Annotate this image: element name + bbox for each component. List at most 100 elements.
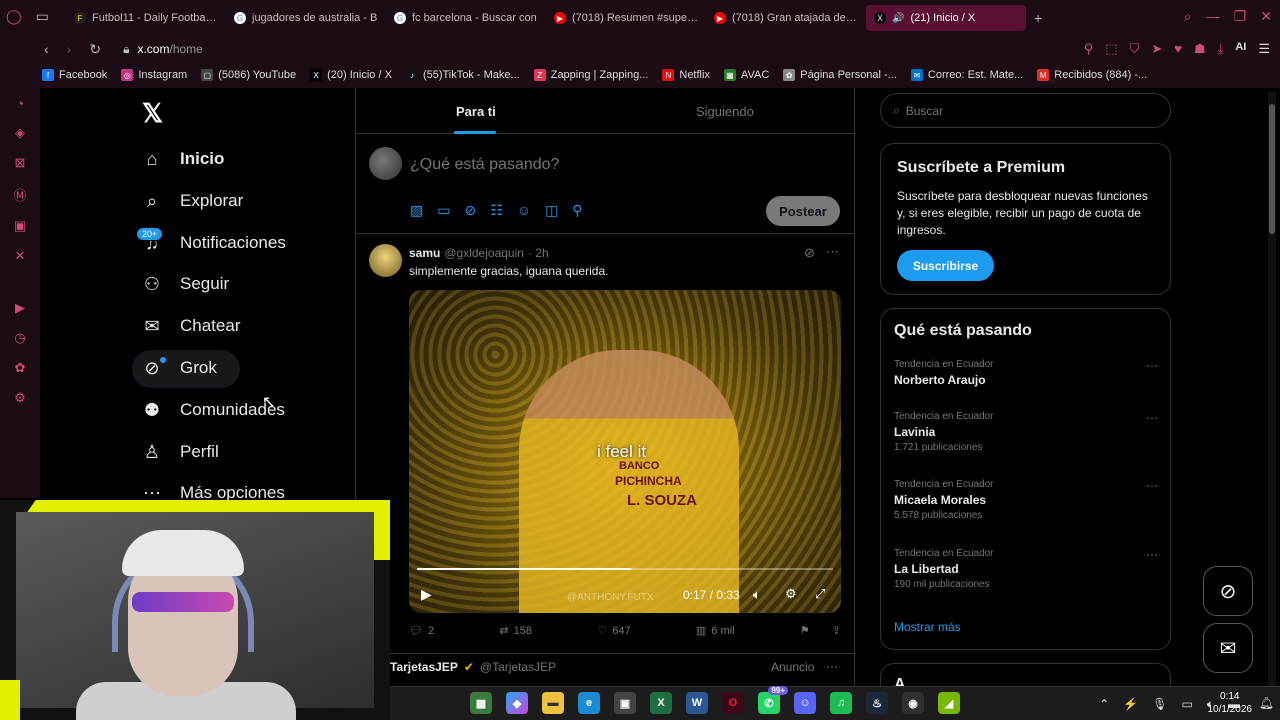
clock[interactable]: 0:14 10/1/2026 [1208, 690, 1253, 716]
browser-tab[interactable]: G fc barcelona - Buscar con [386, 5, 546, 31]
file-explorer-icon[interactable]: ▬ [542, 692, 564, 714]
bookmark-item[interactable]: ▢ (5086) YouTube [201, 69, 296, 81]
browser-tab[interactable]: ▶ (7018) Resumen #superSu [546, 5, 706, 31]
tweet-author-handle[interactable]: @TarjetasJEP [480, 660, 556, 674]
reply-button[interactable]: 💬︎ 2 [409, 624, 434, 638]
post-button[interactable]: Postear [766, 196, 840, 226]
network-icon[interactable]: ⚡ [1123, 697, 1138, 712]
discord-icon[interactable]: ☺ [794, 692, 816, 714]
maximize-icon[interactable]: ❐ [1234, 8, 1247, 25]
settings-icon[interactable]: ⚙ [785, 586, 797, 602]
aria-icon[interactable]: ◔ [16, 96, 24, 111]
more-icon[interactable]: ⋯ [1146, 548, 1158, 562]
menu-icon[interactable]: ☰ [1258, 41, 1270, 57]
send-icon[interactable]: ➤ [1151, 41, 1162, 57]
opera-logo-icon[interactable]: ◯ [6, 8, 22, 25]
excel-icon[interactable]: X [650, 692, 672, 714]
nvidia-icon[interactable]: ◢ [938, 692, 960, 714]
pin-icon[interactable]: ⚲ [1084, 41, 1094, 57]
settings-icon[interactable]: ⚙ [14, 390, 26, 406]
heart-icon[interactable]: ♥ [1174, 41, 1182, 57]
wallet-icon[interactable]: ☗ [1194, 41, 1206, 57]
tweet-author-handle[interactable]: @gxldejoaquin [444, 246, 524, 260]
browser-tab[interactable]: G jugadores de australia - B [226, 5, 386, 31]
share-icon[interactable]: ⇪ [832, 624, 841, 637]
tab-siguiendo[interactable]: Siguiendo [696, 104, 754, 119]
volume-icon[interactable]: 🔈︎ [753, 587, 761, 603]
scrollbar-thumb[interactable] [1269, 104, 1275, 234]
tweet[interactable]: samu @gxldejoaquin · 2h ⊘ ⋯ simplemente … [356, 234, 854, 654]
browser-tab[interactable]: ▶ (7018) Gran atajada del pe [706, 5, 866, 31]
trend-item[interactable]: Tendencia en Ecuador Micaela Morales 5.578… [894, 479, 1164, 521]
trend-item[interactable]: Tendencia en Ecuador Lavinia 1.721 publica… [894, 411, 1164, 453]
crypto-wallet-icon[interactable]: ◈ [15, 125, 25, 141]
history-icon[interactable]: ◷ [14, 330, 25, 346]
more-icon[interactable]: ⋯ [826, 660, 838, 674]
messenger-icon[interactable]: Ⓜ [13, 185, 26, 204]
more-icon[interactable]: ⋯ [1146, 359, 1158, 373]
back-icon[interactable]: ‹ [44, 41, 49, 58]
play-icon[interactable]: ▶ [421, 586, 432, 603]
nav-item-chat[interactable]: ✉ Chatear [140, 309, 240, 343]
gif-icon[interactable]: ▭ [437, 202, 450, 219]
player-icon[interactable]: ▶ [15, 300, 25, 316]
like-button[interactable]: ♡ 647 [597, 624, 630, 638]
notification-bell-icon[interactable]: 🔔︎ [1259, 696, 1274, 710]
reload-icon[interactable]: ↻ [89, 41, 101, 58]
bookmark-item[interactable]: ✿ Página Personal -... [783, 69, 897, 81]
opera-icon[interactable]: O [722, 692, 744, 714]
chevron-up-icon[interactable]: ⌃ [1099, 697, 1109, 712]
repost-button[interactable]: ⇄ 158 [499, 624, 532, 638]
browser-tab[interactable]: F Futbol11 - Daily Football Ga [66, 5, 226, 31]
nav-item-profile[interactable]: ♙ Perfil [140, 435, 219, 469]
views-button[interactable]: ▥ 6 mil [696, 624, 735, 638]
trend-item[interactable]: Tendencia en Ecuador Norberto Araujo ⋯ [894, 359, 1164, 387]
schedule-icon[interactable]: ◫ [545, 202, 558, 219]
shield-icon[interactable]: ⛉ [1130, 41, 1140, 57]
avatar[interactable] [369, 244, 402, 277]
twitch-icon[interactable]: ▣ [14, 218, 26, 234]
edge-icon[interactable]: e [578, 692, 600, 714]
bookmark-item[interactable]: ▦ AVAC [723, 69, 769, 81]
browser-tab-active[interactable]: X 🔊 (21) Inicio / X [866, 5, 1026, 31]
ai-button[interactable]: AI [1235, 41, 1246, 57]
grok-fab-button[interactable]: ⊘ [1203, 566, 1253, 616]
extensions-icon[interactable]: ✿ [15, 360, 26, 376]
tweet-author-name[interactable]: TarjetasJEP [390, 660, 458, 674]
speaker-icon[interactable]: 🔊 [892, 13, 904, 24]
tweet-author-name[interactable]: samu [409, 246, 440, 260]
forward-icon[interactable]: › [67, 41, 72, 58]
video-progress-bar[interactable] [417, 568, 833, 570]
bookmark-item[interactable]: Z Zapping | Zapping... [533, 69, 648, 81]
spotify-icon[interactable]: ♫ [830, 692, 852, 714]
nav-item-home[interactable]: ⌂ Inicio [140, 142, 225, 176]
close-icon[interactable]: ✕ [1260, 8, 1272, 25]
bookmark-item[interactable]: ♪ (55)TikTok - Make... [405, 69, 520, 81]
show-more-link[interactable]: Mostrar más [894, 620, 961, 634]
whatsapp-icon[interactable]: ✆ 99+ [758, 686, 788, 714]
more-icon[interactable]: ⋯ [1146, 479, 1158, 493]
mic-icon[interactable]: 🎙︎ [1152, 697, 1167, 712]
nav-item-explore[interactable]: ⌕ Explorar [140, 184, 243, 218]
more-icon[interactable]: ⋯ [826, 244, 839, 260]
tab-overview-icon[interactable]: ▭ [36, 8, 49, 25]
word-icon[interactable]: W [686, 692, 708, 714]
bookmark-icon[interactable]: ⚑ [800, 624, 810, 637]
trend-item[interactable]: Tendencia en Ecuador La Libertad 190 mil p… [894, 548, 1164, 590]
poll-icon[interactable]: ☷ [490, 202, 503, 219]
display-icon[interactable]: ▭ [1181, 697, 1192, 712]
emoji-icon[interactable]: ☺ [517, 202, 531, 219]
tweet-video[interactable]: i feel it BANCO PICHINCHA L. SOUZA @ANTH… [409, 290, 841, 613]
steam-icon[interactable]: ♨ [866, 692, 888, 714]
compose-input[interactable]: ¿Qué está pasando? [410, 156, 559, 174]
copilot-icon[interactable]: ◆ [506, 692, 528, 714]
shopping-icon[interactable]: ⊠ [15, 155, 26, 171]
x-logo[interactable]: 𝕏 [142, 98, 163, 129]
bookmark-item[interactable]: N Netflix [662, 69, 710, 81]
search-input[interactable]: ⌕ Buscar [880, 93, 1171, 128]
grok-icon[interactable]: ⊘ [464, 202, 476, 219]
store-icon[interactable]: ▣ [614, 692, 636, 714]
snapshot-icon[interactable]: ⬚ [1105, 41, 1117, 57]
fullscreen-icon[interactable]: ⤢ [815, 586, 825, 602]
more-icon[interactable]: ⋯ [1146, 411, 1158, 425]
